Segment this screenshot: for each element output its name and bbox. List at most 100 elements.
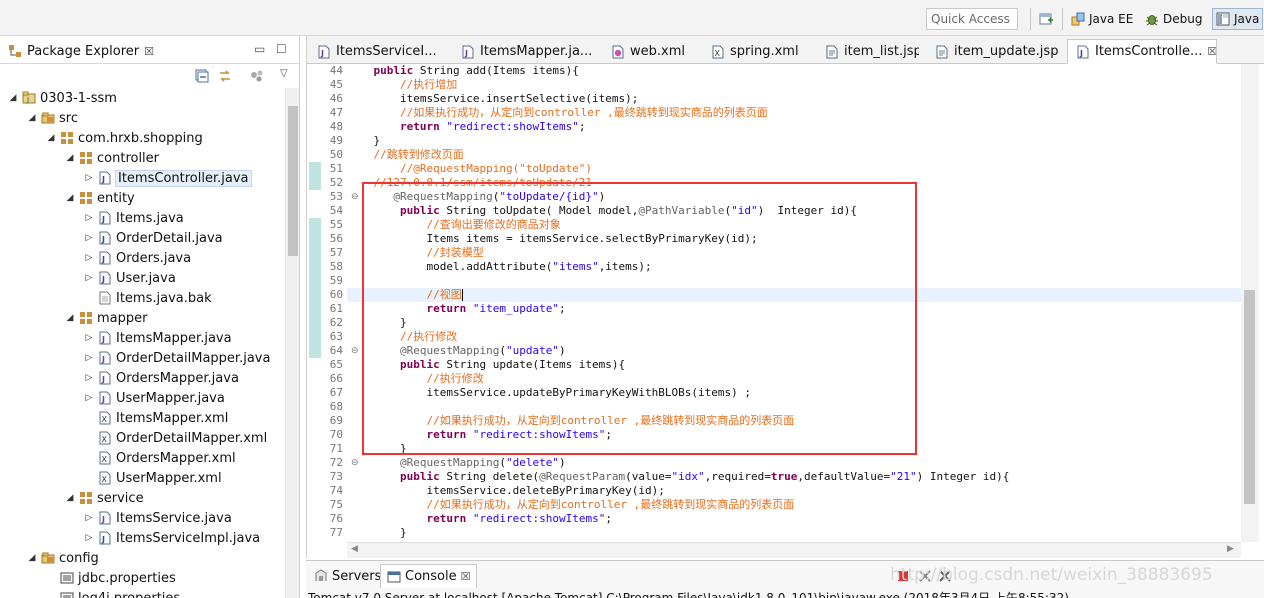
expanded-twisty-icon[interactable]: ◢ (27, 553, 37, 563)
close-icon[interactable]: ☒ (1207, 45, 1216, 58)
package-explorer-scrollbar[interactable] (285, 88, 299, 598)
tree-item[interactable]: ▷ J ItemsServiceImpl.java (84, 528, 261, 548)
tree-item[interactable]: log4j.properties (46, 588, 180, 598)
editor-tab[interactable]: J ItemsMapper.ja... (453, 39, 595, 64)
line-number: 48 (329, 120, 343, 133)
code-line: //视图 (347, 288, 1241, 302)
tree-item[interactable]: ▷ J User.java (84, 268, 176, 288)
perspective-java-ee[interactable]: Java EE (1068, 8, 1136, 30)
collapsed-twisty-icon[interactable]: ▷ (84, 513, 94, 523)
tree-item[interactable]: ▷ J ItemsMapper.java (84, 328, 232, 348)
editor-tab[interactable]: J ItemsControlle... ☒ (1067, 39, 1217, 64)
tree-item[interactable]: ▷ J ItemsService.java (84, 508, 232, 528)
tree-item-label: OrderDetailMapper.xml (116, 430, 268, 446)
tree-item-label: log4j.properties (78, 590, 181, 598)
tree-item[interactable]: ▷ J OrderDetail.java (84, 228, 223, 248)
code-token: ,items); (598, 260, 652, 273)
xml-file-icon: X (98, 411, 112, 425)
svg-text:J: J (101, 375, 105, 384)
close-icon[interactable]: ☒ (461, 570, 471, 583)
code-line: @RequestMapping("toUpdate/{id}") (347, 190, 1241, 204)
tab-servers[interactable]: Servers (308, 564, 387, 588)
tree-item[interactable]: ▷ J OrdersMapper.java (84, 368, 239, 388)
expanded-twisty-icon[interactable]: ◢ (65, 493, 75, 503)
view-menu-icon[interactable] (250, 69, 264, 83)
collapsed-twisty-icon[interactable]: ▷ (84, 213, 94, 223)
code-text-area[interactable]: public String add(Items items){ //执行增加 i… (347, 64, 1241, 542)
java-perspective-icon (1216, 12, 1230, 26)
tree-item-label: OrdersMapper.xml (116, 450, 236, 466)
minimize-icon[interactable]: ▭ (254, 42, 265, 56)
perspective-debug[interactable]: Debug (1142, 8, 1205, 30)
svg-text:J: J (320, 49, 324, 58)
expanded-twisty-icon[interactable]: ◢ (65, 153, 75, 163)
scrollbar-thumb[interactable] (1244, 290, 1255, 504)
tree-item[interactable]: ◢ src (27, 108, 78, 128)
tree-item[interactable]: ▷ J Orders.java (84, 248, 192, 268)
tree-item[interactable]: ▷ J OrderDetailMapper.java (84, 348, 271, 368)
scrollbar-thumb[interactable] (288, 106, 298, 256)
tree-item[interactable]: ◢ config (27, 548, 99, 568)
expanded-twisty-icon[interactable]: ◢ (65, 313, 75, 323)
tree-item[interactable]: ◢ service (65, 488, 144, 508)
expanded-twisty-icon[interactable]: ◢ (8, 93, 18, 103)
code-token: "items" (552, 260, 599, 273)
tree-item[interactable]: X OrderDetailMapper.xml (84, 428, 267, 448)
collapsed-twisty-icon[interactable]: ▷ (84, 273, 94, 283)
collapsed-twisty-icon[interactable]: ▷ (84, 253, 94, 263)
code-token: "redirect:showItems" (472, 512, 606, 525)
collapsed-twisty-icon[interactable]: ▷ (84, 393, 94, 403)
tree-item[interactable]: ◢ mapper (65, 308, 148, 328)
tree-item[interactable]: ◢ com.hrxb.shopping (46, 128, 203, 148)
tree-item[interactable]: ▷ J Items.java (84, 208, 184, 228)
tree-item[interactable]: ▷ J UserMapper.java (84, 388, 225, 408)
editor-tab[interactable]: web.xml (603, 39, 695, 64)
line-number: 55 (329, 218, 343, 231)
quick-access-field[interactable]: Quick Access (926, 8, 1018, 30)
editor-tab[interactable]: Xspring.xml (703, 39, 809, 64)
editor-horizontal-scrollbar[interactable]: ◀ ▶ (347, 542, 1241, 558)
collapsed-twisty-icon[interactable]: ▷ (84, 353, 94, 363)
editor-tab[interactable]: J ItemsServiceI... (309, 39, 445, 64)
scroll-left-icon[interactable]: ◀ (351, 544, 358, 554)
link-with-editor-icon[interactable] (218, 69, 232, 83)
chevron-down-icon[interactable]: ▽ (280, 68, 288, 79)
editor-tab[interactable]: item_update.jsp (927, 39, 1059, 64)
tab-package-explorer[interactable]: Package Explorer ☒ (2, 38, 160, 64)
line-number: 72 (329, 456, 343, 469)
tree-item[interactable]: ◢ controller (65, 148, 160, 168)
line-number: 51 (329, 162, 343, 175)
tree-item[interactable]: X OrdersMapper.xml (84, 448, 236, 468)
code-line: @RequestMapping("update") (347, 344, 1241, 358)
editor-tab[interactable]: item_list.jsp (817, 39, 919, 64)
collapsed-twisty-icon[interactable]: ▷ (84, 373, 94, 383)
code-token: public (399, 470, 440, 483)
collapsed-twisty-icon[interactable]: ▷ (84, 233, 94, 243)
scroll-right-icon[interactable]: ▶ (1227, 544, 1234, 554)
open-perspective-button[interactable] (1036, 8, 1056, 30)
tree-item[interactable]: X UserMapper.xml (84, 468, 222, 488)
line-number: 76 (329, 512, 343, 525)
tree-item[interactable]: ▷ J ItemsController.java (84, 168, 252, 188)
collapsed-twisty-icon[interactable]: ▷ (84, 533, 94, 543)
collapse-all-icon[interactable] (195, 69, 209, 83)
tree-item[interactable]: Items.java.bak (84, 288, 212, 308)
collapsed-twisty-icon[interactable]: ▷ (84, 173, 94, 183)
tree-item[interactable]: ◢ entity (65, 188, 135, 208)
expanded-twisty-icon[interactable]: ◢ (65, 193, 75, 203)
close-icon[interactable]: ☒ (144, 45, 154, 58)
collapsed-twisty-icon[interactable]: ▷ (84, 333, 94, 343)
perspective-java[interactable]: Java (1212, 8, 1264, 30)
tree-item[interactable]: jdbc.properties (46, 568, 176, 588)
expanded-twisty-icon[interactable]: ◢ (27, 113, 37, 123)
tree-item[interactable]: X ItemsMapper.xml (84, 408, 228, 428)
tree-item[interactable]: ◢ J 0303-1-ssm (8, 88, 117, 108)
expanded-twisty-icon[interactable]: ◢ (46, 133, 56, 143)
code-token: //跳转到修改页面 (373, 148, 464, 161)
tree-item-label: com.hrxb.shopping (78, 130, 203, 146)
editor-vertical-scrollbar[interactable] (1241, 64, 1259, 542)
maximize-icon[interactable]: ☐ (276, 42, 287, 56)
tab-console[interactable]: Console ☒ (380, 564, 478, 588)
code-token: "delete" (505, 456, 559, 469)
